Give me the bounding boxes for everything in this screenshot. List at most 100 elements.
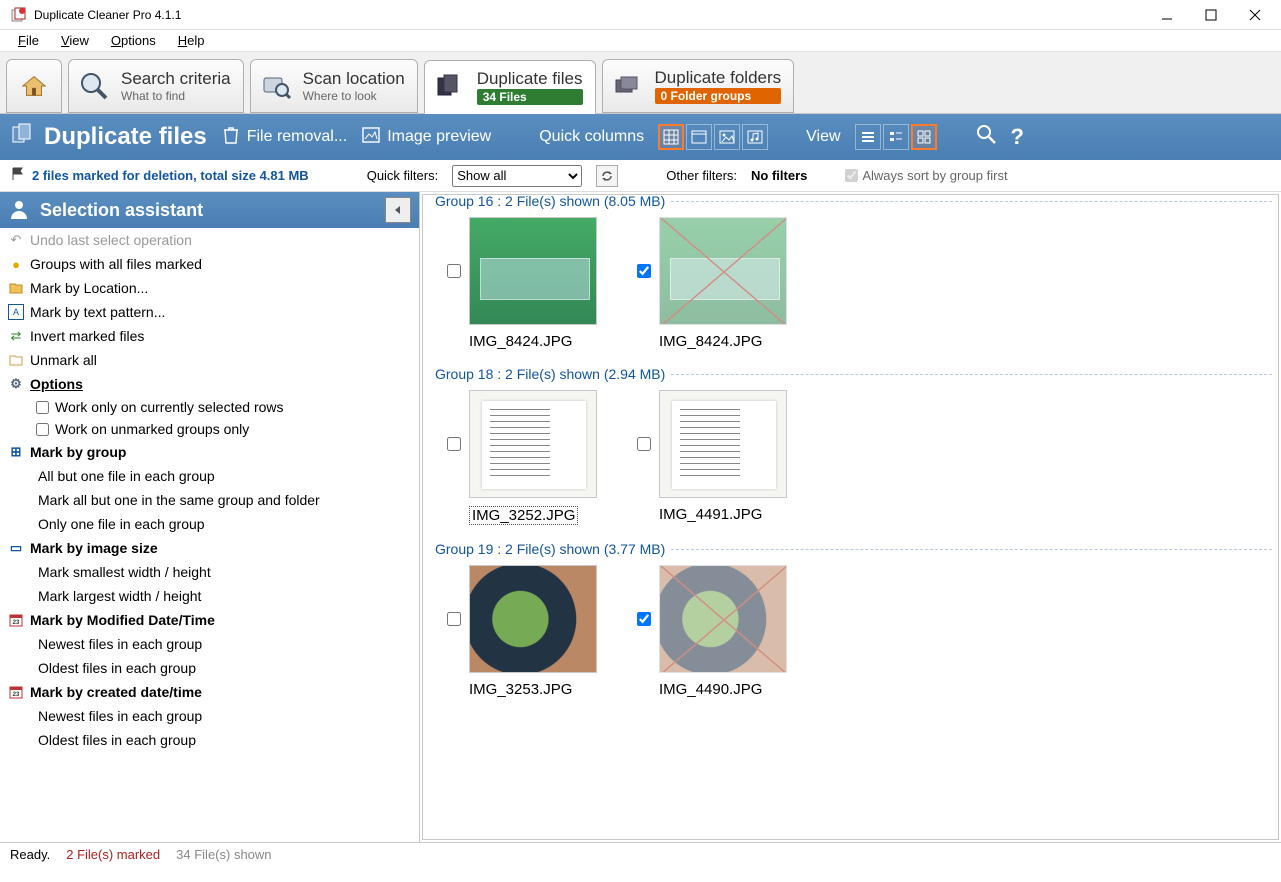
thumbnail-image[interactable] xyxy=(469,565,597,673)
md-oldest-item[interactable]: Oldest files in each group xyxy=(0,656,419,680)
tab-search-criteria[interactable]: Search criteriaWhat to find xyxy=(68,59,244,113)
trash-icon xyxy=(221,125,241,150)
md-newest-item[interactable]: Newest files in each group xyxy=(0,632,419,656)
tree-icon: ⊞ xyxy=(8,444,24,460)
person-icon xyxy=(8,198,30,223)
mark-checkbox[interactable] xyxy=(637,264,651,278)
quick-filters-label: Quick filters: xyxy=(367,168,439,183)
opt-selected-rows-checkbox[interactable]: Work only on currently selected rows xyxy=(0,396,419,418)
quick-filters-select[interactable]: Show all xyxy=(452,165,582,187)
always-sort-checkbox[interactable]: Always sort by group first xyxy=(845,168,1007,183)
titlebar: Duplicate Cleaner Pro 4.1.1 xyxy=(0,0,1281,30)
flag-icon xyxy=(10,166,26,185)
menu-file[interactable]: File xyxy=(8,31,49,50)
calendar-icon: 23 xyxy=(8,612,24,628)
duplicate-folders-icon xyxy=(609,67,647,105)
mg-same-folder-item[interactable]: Mark all but one in the same group and f… xyxy=(0,488,419,512)
thumbnail-image[interactable] xyxy=(469,217,597,325)
tab-duplicate-folders[interactable]: Duplicate folders0 Folder groups xyxy=(602,59,795,113)
image-preview-button[interactable]: Image preview xyxy=(361,125,491,150)
undo-select-item[interactable]: ↶Undo last select operation xyxy=(0,228,419,252)
menu-options[interactable]: Options xyxy=(101,31,166,50)
thumbnail-item[interactable]: IMG_8424.JPG xyxy=(637,217,787,350)
opt-unmarked-groups-checkbox[interactable]: Work on unmarked groups only xyxy=(0,418,419,440)
image-size-icon: ▭ xyxy=(8,540,24,556)
options-item[interactable]: ⚙Options xyxy=(0,372,419,396)
unmark-all-item[interactable]: Unmark all xyxy=(0,348,419,372)
qc-window-icon[interactable] xyxy=(686,124,712,150)
thumbnail-filename: IMG_3252.JPG xyxy=(469,506,578,525)
view-list-icon[interactable] xyxy=(855,124,881,150)
mc-oldest-item[interactable]: Oldest files in each group xyxy=(0,728,419,752)
dupfiles-icon xyxy=(10,121,36,154)
thumbnail-item[interactable]: IMG_3252.JPG xyxy=(447,390,597,525)
thumbnail-image[interactable] xyxy=(659,390,787,498)
maximize-button[interactable] xyxy=(1189,1,1233,29)
tab-home[interactable] xyxy=(6,59,62,113)
selection-assistant-panel: Selection assistant ↶Undo last select op… xyxy=(0,192,420,842)
thumbnail-image[interactable] xyxy=(659,565,787,673)
thumbnail-image[interactable] xyxy=(659,217,787,325)
mark-checkbox[interactable] xyxy=(447,612,461,626)
magnifier-icon xyxy=(75,67,113,105)
drive-search-icon xyxy=(257,67,295,105)
mark-checkbox[interactable] xyxy=(637,612,651,626)
mg-all-but-one-item[interactable]: All but one file in each group xyxy=(0,464,419,488)
status-ready: Ready. xyxy=(10,847,50,862)
thumbnail-item[interactable]: IMG_3253.JPG xyxy=(447,565,597,698)
tab-scan-location[interactable]: Scan locationWhere to look xyxy=(250,59,418,113)
thumbnail-item[interactable]: IMG_4491.JPG xyxy=(637,390,787,525)
view-detail-icon[interactable] xyxy=(883,124,909,150)
search-icon[interactable] xyxy=(975,123,997,151)
duplicate-files-icon xyxy=(431,68,469,106)
qc-grid-icon[interactable] xyxy=(658,124,684,150)
folder-icon xyxy=(8,280,24,296)
invert-marked-item[interactable]: ⇄Invert marked files xyxy=(0,324,419,348)
groups-all-marked-item[interactable]: ●Groups with all files marked xyxy=(0,252,419,276)
menu-help[interactable]: Help xyxy=(168,31,215,50)
qc-music-icon[interactable] xyxy=(742,124,768,150)
results-scroll[interactable]: Group 16 : 2 File(s) shown (8.05 MB) IMG… xyxy=(422,194,1279,840)
help-icon[interactable]: ? xyxy=(1011,124,1024,150)
thumbnail-item[interactable]: IMG_8424.JPG xyxy=(447,217,597,350)
tab-duplicate-files[interactable]: Duplicate files34 Files xyxy=(424,60,596,114)
group-header: Group 16 : 2 File(s) shown (8.05 MB) xyxy=(435,194,1272,209)
quick-columns-buttons xyxy=(658,124,768,150)
qc-image-icon[interactable] xyxy=(714,124,740,150)
refresh-filter-button[interactable] xyxy=(596,165,618,187)
mi-largest-item[interactable]: Mark largest width / height xyxy=(0,584,419,608)
minimize-button[interactable] xyxy=(1145,1,1189,29)
filter-bar: 2 files marked for deletion, total size … xyxy=(0,160,1281,192)
thumbnail-image[interactable] xyxy=(469,390,597,498)
main-tabs: Search criteriaWhat to find Scan locatio… xyxy=(0,52,1281,114)
gear-icon: ⚙ xyxy=(8,376,24,392)
unmark-icon xyxy=(8,352,24,368)
status-shown: 34 File(s) shown xyxy=(176,847,271,862)
selection-assistant-title: Selection assistant xyxy=(40,200,375,221)
mark-checkbox[interactable] xyxy=(637,437,651,451)
tab-label: Search criteria xyxy=(121,69,231,89)
mark-checkbox[interactable] xyxy=(447,264,461,278)
mark-by-location-item[interactable]: Mark by Location... xyxy=(0,276,419,300)
menu-view[interactable]: View xyxy=(51,31,99,50)
invert-icon: ⇄ xyxy=(8,328,24,344)
mark-by-created-date-header: 23Mark by created date/time xyxy=(0,680,419,704)
home-icon xyxy=(15,67,53,105)
no-filters-text: No filters xyxy=(751,168,807,183)
mc-newest-item[interactable]: Newest files in each group xyxy=(0,704,419,728)
close-button[interactable] xyxy=(1233,1,1277,29)
mark-by-pattern-item[interactable]: AMark by text pattern... xyxy=(0,300,419,324)
thumbnail-filename: IMG_4491.JPG xyxy=(659,506,762,523)
file-removal-button[interactable]: File removal... xyxy=(221,125,347,150)
thumbnail-item[interactable]: IMG_4490.JPG xyxy=(637,565,787,698)
quick-columns-label: Quick columns xyxy=(539,128,644,146)
mark-checkbox[interactable] xyxy=(447,437,461,451)
marked-summary: 2 files marked for deletion, total size … xyxy=(10,166,309,185)
mi-smallest-item[interactable]: Mark smallest width / height xyxy=(0,560,419,584)
view-thumbs-icon[interactable] xyxy=(911,124,937,150)
collapse-sidebar-button[interactable] xyxy=(385,197,411,223)
group-header: Group 18 : 2 File(s) shown (2.94 MB) xyxy=(435,366,1272,382)
group-header: Group 19 : 2 File(s) shown (3.77 MB) xyxy=(435,541,1272,557)
mg-only-one-item[interactable]: Only one file in each group xyxy=(0,512,419,536)
image-preview-icon xyxy=(361,125,381,150)
